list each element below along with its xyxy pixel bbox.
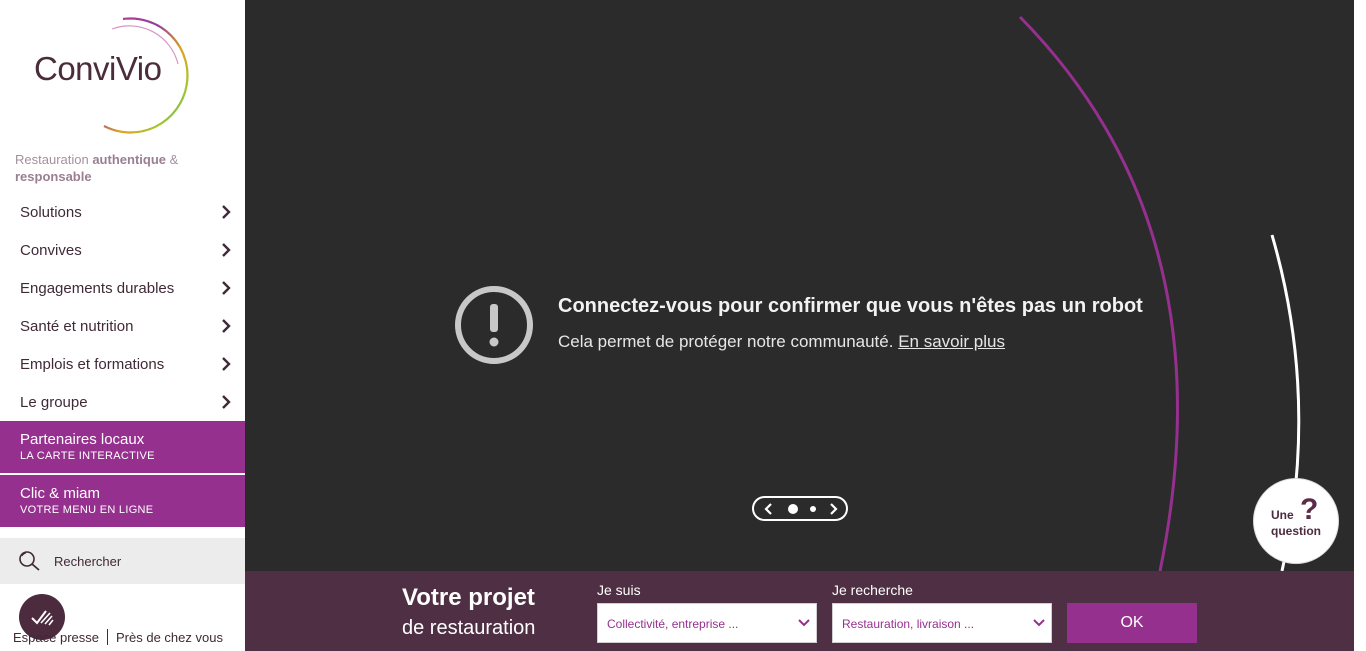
- ok-button[interactable]: OK: [1067, 603, 1197, 643]
- je-recherche-select[interactable]: Restauration, livraison ...: [832, 603, 1052, 643]
- pres-de-chez-vous-link[interactable]: Près de chez vous: [116, 630, 223, 645]
- search-icon[interactable]: [17, 549, 41, 573]
- help-bubble[interactable]: Une question ?: [1253, 478, 1339, 564]
- convivio-logo[interactable]: ConviVio: [28, 14, 218, 134]
- nav-item-label: Santé et nutrition: [20, 317, 134, 335]
- pen-check-icon: [31, 610, 54, 626]
- chevron-right-icon: [222, 357, 231, 371]
- nav-item-label: Solutions: [20, 203, 82, 221]
- je-suis-select[interactable]: Collectivité, entreprise ...: [597, 603, 817, 643]
- project-title: Votre projet: [402, 584, 535, 611]
- search-input[interactable]: [54, 548, 234, 574]
- footer-links: Espace presse Près de chez vous: [13, 629, 223, 645]
- promo-subtitle: LA CARTE INTERACTIVE: [20, 450, 155, 462]
- project-bar: Votre projet de restauration Je suis Col…: [245, 571, 1354, 651]
- main-nav: Solutions Convives Engagements durables …: [0, 193, 245, 421]
- chevron-right-icon: [222, 243, 231, 257]
- promo-title: Clic & miam: [20, 485, 101, 502]
- nav-item-label: Emplois et formations: [20, 355, 165, 373]
- je-suis-label: Je suis: [597, 582, 641, 598]
- chevron-right-icon: [222, 319, 231, 333]
- slider-dot-active[interactable]: [788, 504, 798, 514]
- tagline-text-1: Restauration: [15, 152, 93, 167]
- clic-miam-link[interactable]: Clic & miam VOTRE MENU EN LIGNE: [0, 475, 245, 527]
- chevron-down-icon: [1033, 619, 1045, 627]
- chevron-left-icon[interactable]: [762, 502, 776, 516]
- tagline: Restauration authentique & responsable: [15, 151, 225, 185]
- question-mark-icon: ?: [1300, 493, 1319, 526]
- learn-more-link[interactable]: En savoir plus: [898, 332, 1005, 351]
- chevron-down-icon: [798, 619, 810, 627]
- je-recherche-label: Je recherche: [832, 582, 913, 598]
- tagline-bold-1: authentique: [92, 152, 166, 167]
- nav-item-sante-nutrition[interactable]: Santé et nutrition: [0, 307, 245, 345]
- slider-controls: [752, 496, 848, 521]
- chevron-right-icon: [222, 281, 231, 295]
- robot-check-title: Connectez-vous pour confirmer que vous n…: [558, 295, 1143, 317]
- nav-item-label: Convives: [20, 241, 82, 259]
- hero-slider: Connectez-vous pour confirmer que vous n…: [245, 0, 1354, 571]
- nav-item-emplois-formations[interactable]: Emplois et formations: [0, 345, 245, 383]
- nav-item-convives[interactable]: Convives: [0, 231, 245, 269]
- promo-title: Partenaires locaux: [20, 431, 145, 448]
- help-line-1: Une: [1271, 508, 1294, 522]
- robot-check-message: Cela permet de protéger notre communauté…: [558, 332, 899, 351]
- je-suis-value: Collectivité, entreprise ...: [607, 617, 739, 631]
- partenaires-locaux-link[interactable]: Partenaires locaux LA CARTE INTERACTIVE: [0, 421, 245, 473]
- chevron-right-icon: [222, 205, 231, 219]
- sidebar: ConviVio Restauration authentique & resp…: [0, 0, 245, 651]
- footer-separator: [107, 629, 108, 645]
- nav-item-label: Engagements durables: [20, 279, 175, 297]
- tagline-text-2: &: [166, 152, 179, 167]
- slider-dot[interactable]: [810, 506, 816, 512]
- logo-text: ConviVio: [34, 50, 162, 87]
- robot-check-text: Cela permet de protéger notre communauté…: [558, 332, 1005, 352]
- search-bar: [0, 538, 245, 584]
- promo-subtitle: VOTRE MENU EN LIGNE: [20, 504, 154, 516]
- chevron-right-icon[interactable]: [826, 502, 840, 516]
- je-recherche-value: Restauration, livraison ...: [842, 617, 975, 631]
- exclamation-icon: [455, 286, 533, 364]
- nav-item-label: Le groupe: [20, 393, 88, 411]
- page-edge: [1354, 0, 1366, 651]
- project-subtitle: de restauration: [402, 617, 536, 639]
- nav-item-engagements-durables[interactable]: Engagements durables: [0, 269, 245, 307]
- espace-presse-link[interactable]: Espace presse: [13, 630, 99, 645]
- decorative-arcs: [1018, 15, 1301, 571]
- chevron-right-icon: [222, 395, 231, 409]
- nav-item-le-groupe[interactable]: Le groupe: [0, 383, 245, 421]
- page: ConviVio Restauration authentique & resp…: [0, 0, 1366, 651]
- nav-item-solutions[interactable]: Solutions: [0, 193, 245, 231]
- tagline-bold-2: responsable: [15, 169, 92, 184]
